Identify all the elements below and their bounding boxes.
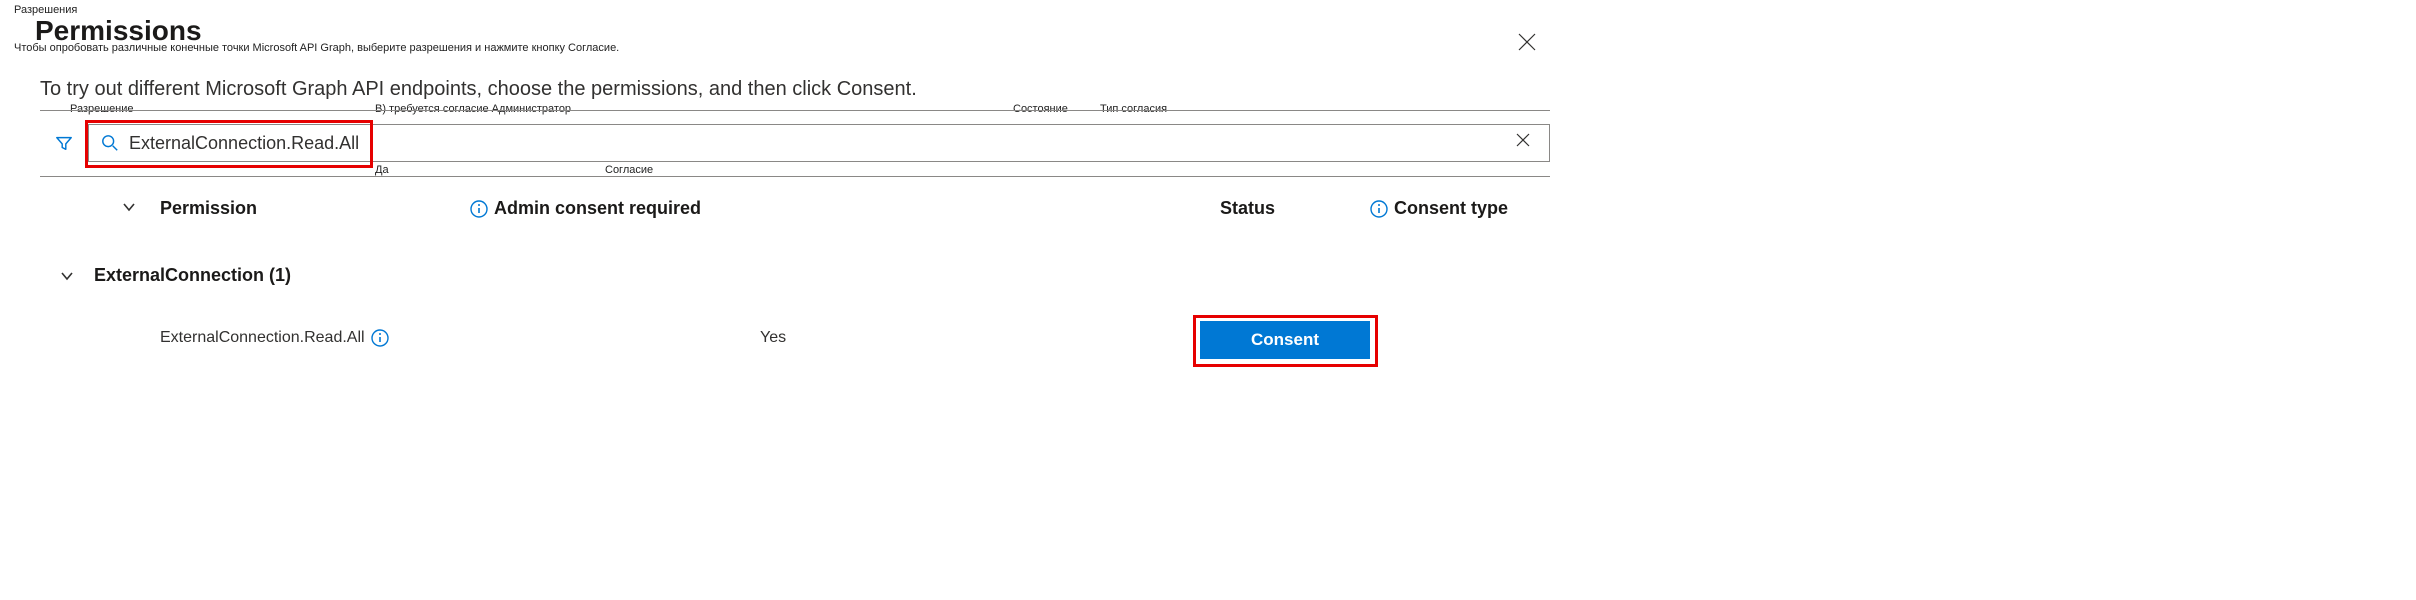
divider — [40, 110, 1550, 111]
overlay-col-admin-ru: B) требуется согласие Администратор — [375, 103, 571, 115]
search-input[interactable] — [129, 133, 1515, 154]
admin-consent-value: Yes — [760, 329, 786, 347]
overlay-yes-ru: Да — [375, 164, 389, 176]
consent-button-label: Consent — [1251, 330, 1319, 350]
info-icon — [1370, 200, 1388, 218]
divider — [40, 176, 1550, 177]
overlay-col-consent-type-ru: Тип согласия — [1100, 103, 1167, 115]
column-headers: Permission Admin consent required Status… — [40, 198, 1550, 234]
search-row — [40, 124, 1550, 162]
overlay-col-permission-ru: Разрешение — [70, 103, 134, 115]
col-status[interactable]: Status — [1220, 198, 1275, 219]
overlay-col-status-ru: Состояние — [1013, 103, 1068, 115]
col-consent-type-label: Consent type — [1394, 198, 1508, 219]
search-icon — [99, 132, 121, 154]
chevron-down-icon — [120, 198, 138, 216]
table-row: ExternalConnection.Read.All Yes Consent — [40, 315, 1550, 360]
col-status-label: Status — [1220, 198, 1275, 219]
permission-group[interactable]: ExternalConnection (1) — [40, 265, 1550, 286]
consent-button[interactable]: Consent — [1200, 321, 1370, 359]
col-admin-consent[interactable]: Admin consent required — [470, 198, 701, 219]
info-icon[interactable] — [371, 329, 389, 347]
permission-name-cell: ExternalConnection.Read.All — [160, 329, 389, 347]
page-title: Permissions — [35, 15, 202, 47]
close-icon[interactable] — [1515, 30, 1539, 54]
sort-toggle[interactable] — [120, 198, 138, 216]
chevron-down-icon — [58, 267, 76, 285]
info-icon — [470, 200, 488, 218]
page-subtitle: To try out different Microsoft Graph API… — [40, 78, 917, 101]
permission-name: ExternalConnection.Read.All — [160, 329, 365, 347]
admin-consent-cell: Yes — [760, 329, 786, 347]
col-admin-label: Admin consent required — [494, 198, 701, 219]
filter-icon[interactable] — [50, 129, 78, 157]
overlay-consent-ru: Согласие — [605, 164, 653, 176]
group-label: ExternalConnection (1) — [94, 265, 291, 286]
col-permission[interactable]: Permission — [160, 198, 257, 219]
col-permission-label: Permission — [160, 198, 257, 219]
clear-search-icon[interactable] — [1515, 132, 1537, 154]
col-consent-type[interactable]: Consent type — [1370, 198, 1508, 219]
search-box[interactable] — [88, 124, 1550, 162]
